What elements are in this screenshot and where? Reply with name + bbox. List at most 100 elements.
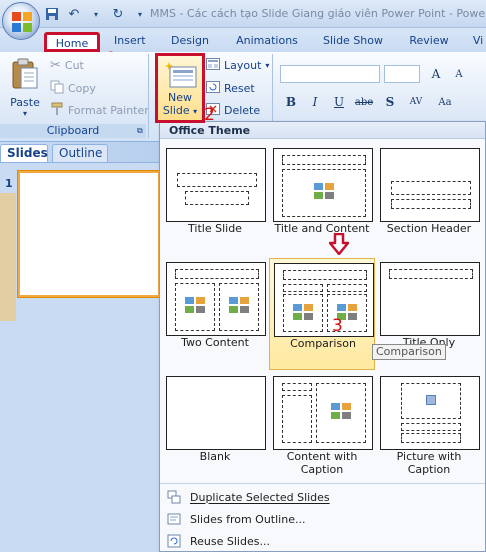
paste-dropdown-icon[interactable]: ▾ xyxy=(6,109,44,118)
save-icon[interactable] xyxy=(44,6,60,22)
slides-from-outline-menu-item[interactable]: Slides from Outline... xyxy=(160,508,485,530)
layout-title-slide[interactable]: Title Slide xyxy=(162,144,268,256)
font-name-input[interactable] xyxy=(280,65,380,83)
font-size-input[interactable] xyxy=(384,65,420,83)
italic-button[interactable]: I xyxy=(306,93,324,111)
layout-comparison[interactable]: Comparison xyxy=(269,258,375,370)
new-slide-button[interactable]: New Slide ▾ xyxy=(155,53,205,123)
reuse-slides-menu-item[interactable]: Reuse Slides... xyxy=(160,530,485,552)
layout-label: Title and Content xyxy=(274,222,370,235)
content-icons xyxy=(185,297,205,313)
new-slide-gallery: Office Theme Title Slide Title and Conte… xyxy=(159,121,486,552)
layout-two-content[interactable]: Two Content xyxy=(162,258,268,370)
layout-label: Two Content xyxy=(181,336,249,349)
redo-icon[interactable]: ↻ xyxy=(110,6,126,22)
reset-button[interactable]: Reset xyxy=(206,81,255,96)
reset-label: Reset xyxy=(224,82,255,95)
tab-slides[interactable]: Slides xyxy=(0,144,48,162)
office-button[interactable] xyxy=(2,2,40,40)
layout-thumbnail xyxy=(380,262,480,336)
content-icons xyxy=(229,297,249,313)
format-painter-button[interactable]: Format Painter xyxy=(50,102,149,119)
format-painter-icon xyxy=(50,102,64,119)
layout-blank[interactable]: Blank xyxy=(162,372,268,484)
layout-label: Title Slide xyxy=(188,222,242,235)
copy-button[interactable]: Copy xyxy=(50,80,96,97)
underline-button[interactable]: U xyxy=(330,93,348,111)
slides-panel: Slides Outline 1 xyxy=(0,142,160,552)
tab-design[interactable]: Design xyxy=(170,32,210,52)
layout-dropdown-icon: ▾ xyxy=(265,61,270,70)
format-painter-label: Format Painter xyxy=(68,104,149,117)
step-2-annotation: 2 xyxy=(204,105,215,125)
slide-selection-bar xyxy=(0,193,16,321)
ribbon-tabs: Home Insert Design Animations Slide Show… xyxy=(0,28,486,52)
layout-thumbnail xyxy=(166,376,266,450)
step-3-annotation: 3 xyxy=(332,316,343,336)
new-slide-label-line2: Slide xyxy=(162,104,190,117)
new-slide-label-line2-wrap: Slide ▾ xyxy=(160,104,200,117)
shrink-font-button[interactable]: A xyxy=(450,65,468,83)
picture-icon xyxy=(426,395,436,405)
tab-outline[interactable]: Outline xyxy=(52,144,108,162)
window-title: MMS - Các cách tạo Slide Giang giáo viên… xyxy=(150,7,486,20)
slides-from-outline-icon xyxy=(166,511,182,527)
layout-section-header[interactable]: Section Header xyxy=(376,144,482,256)
menu-separator xyxy=(160,483,485,484)
strikethrough-button[interactable]: abe xyxy=(352,93,376,111)
clipboard-group-label: Clipboard xyxy=(0,124,146,138)
tab-animations[interactable]: Animations xyxy=(236,32,298,52)
scissors-icon: ✂ xyxy=(50,58,61,73)
layout-label: Picture with Caption xyxy=(396,450,462,476)
panel-tabs: Slides Outline xyxy=(0,144,160,162)
tab-review[interactable]: Review xyxy=(409,32,449,52)
paste-button[interactable]: Paste ▾ xyxy=(6,56,44,118)
new-slide-label-line1: New xyxy=(168,91,192,104)
customize-qat-icon[interactable]: ▾ xyxy=(132,6,148,22)
layout-label: Layout xyxy=(224,59,262,72)
text-shadow-button[interactable]: S xyxy=(381,93,399,111)
slide-thumbnail[interactable] xyxy=(18,171,160,297)
layout-thumbnail xyxy=(166,262,266,336)
tab-home[interactable]: Home xyxy=(44,32,100,52)
undo-dropdown-icon[interactable]: ▾ xyxy=(88,6,104,22)
tab-insert[interactable]: Insert xyxy=(114,32,146,52)
reuse-slides-icon xyxy=(166,533,182,549)
layout-thumbnail xyxy=(166,148,266,222)
bold-button[interactable]: B xyxy=(282,93,300,111)
new-slide-icon xyxy=(165,62,197,88)
tooltip: Comparison xyxy=(372,344,446,360)
content-icons xyxy=(293,304,313,320)
tab-slide-show[interactable]: Slide Show xyxy=(322,32,384,52)
layout-thumbnail xyxy=(273,148,373,222)
layout-icon xyxy=(206,58,220,73)
office-logo-icon xyxy=(12,12,32,32)
layout-content-with-caption[interactable]: Content with Caption xyxy=(269,372,375,484)
layout-label: Comparison xyxy=(290,337,356,350)
change-case-button[interactable]: Aa xyxy=(433,93,457,111)
grow-font-button[interactable]: A xyxy=(427,65,445,83)
character-spacing-button[interactable]: AV xyxy=(404,93,428,111)
layout-thumbnail xyxy=(273,376,373,450)
tab-view[interactable]: Vi xyxy=(470,32,486,52)
copy-label: Copy xyxy=(68,82,96,95)
content-icons xyxy=(331,403,351,419)
arrow-down-icon xyxy=(329,233,349,255)
dialog-launcher-icon[interactable]: ⧉ xyxy=(137,126,143,136)
duplicate-slides-icon xyxy=(166,489,182,505)
slide-number: 1 xyxy=(5,177,13,190)
layout-picture-with-caption[interactable]: Picture with Caption xyxy=(376,372,482,484)
reset-icon xyxy=(206,81,220,96)
slides-from-outline-label: Slides from Outline... xyxy=(190,512,306,526)
layout-button[interactable]: Layout ▾ xyxy=(206,58,269,73)
layout-thumbnail xyxy=(274,263,374,337)
quick-access-toolbar: ↶ ▾ ↻ ▾ xyxy=(44,4,148,24)
duplicate-slides-menu-item[interactable]: Duplicate Selected Slides xyxy=(160,486,485,508)
layout-label: Section Header xyxy=(386,222,472,235)
layout-title-and-content[interactable]: Title and Content xyxy=(269,144,375,256)
undo-icon[interactable]: ↶ xyxy=(66,6,82,22)
cut-button[interactable]: ✂ Cut xyxy=(50,58,84,73)
paste-icon xyxy=(12,58,38,89)
new-slide-dropdown-icon: ▾ xyxy=(193,107,198,116)
layout-thumbnail xyxy=(380,148,480,222)
